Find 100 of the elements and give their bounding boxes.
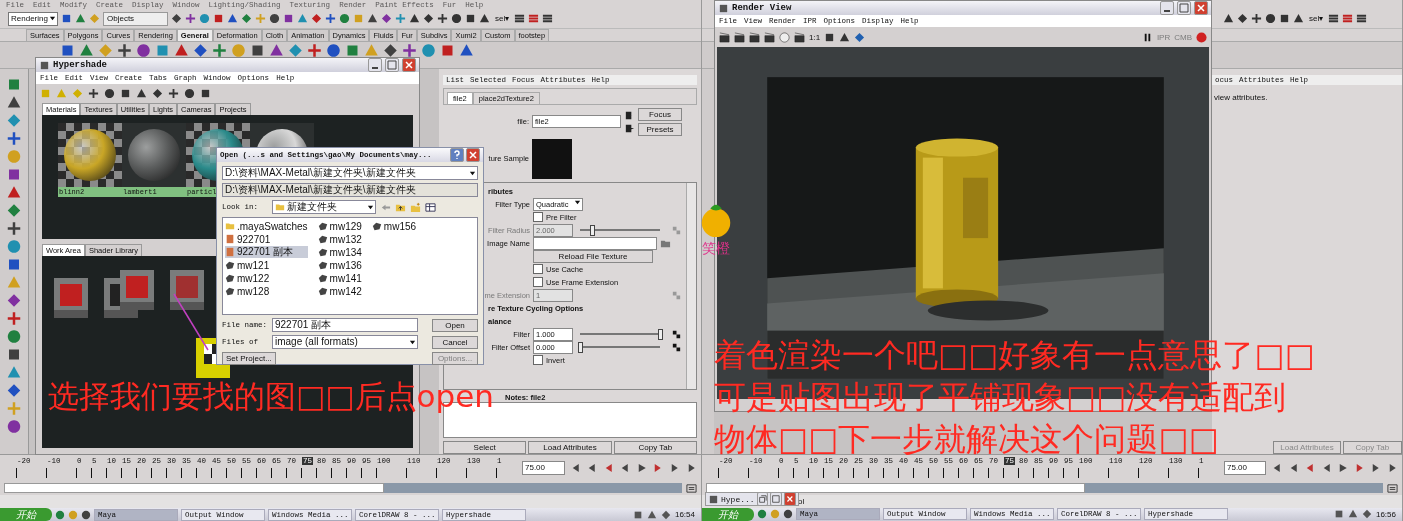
- toolbar-icon[interactable]: [734, 31, 745, 43]
- panel-button[interactable]: Presets: [638, 122, 682, 136]
- select-menu[interactable]: sel▾: [1307, 14, 1326, 24]
- listing-entry[interactable]: mw129: [317, 220, 362, 232]
- listing-entry[interactable]: mw121: [225, 259, 308, 271]
- current-frame-field[interactable]: 75.00: [522, 461, 565, 476]
- toolbar-icon[interactable]: [213, 13, 224, 25]
- material-swatch[interactable]: [122, 123, 186, 187]
- toolbar-icon[interactable]: [1328, 13, 1340, 25]
- zoom-button[interactable]: 1:1: [809, 32, 821, 42]
- shelf-icon[interactable]: [402, 42, 417, 58]
- toolbar-icon[interactable]: [136, 87, 147, 99]
- listing-entry[interactable]: 922701 副本: [225, 246, 308, 258]
- maximize-icon[interactable]: [770, 492, 783, 506]
- tool-icon[interactable]: [6, 328, 22, 344]
- tool-icon[interactable]: [6, 382, 22, 398]
- shelf-icon[interactable]: [136, 42, 151, 58]
- toolbar-icon[interactable]: [311, 13, 322, 25]
- tray-icon[interactable]: [1333, 509, 1344, 520]
- map-button-icon[interactable]: [671, 328, 682, 340]
- quick-launch-icon[interactable]: [783, 509, 793, 520]
- toolbar-icon[interactable]: [1223, 13, 1234, 25]
- listing-entry[interactable]: mw136: [317, 259, 362, 271]
- toolbar-icon[interactable]: [764, 31, 775, 43]
- restore-icon[interactable]: [756, 492, 769, 506]
- range-slider[interactable]: [706, 483, 1086, 494]
- toolbar-icon[interactable]: [719, 31, 730, 43]
- quick-launch-icon[interactable]: [81, 509, 91, 520]
- close-icon[interactable]: [466, 148, 480, 162]
- tool-icon[interactable]: [6, 130, 22, 146]
- look-in-dropdown[interactable]: 新建文件夹: [272, 200, 376, 214]
- shelf-icon[interactable]: [383, 42, 398, 58]
- menu-icon[interactable]: [686, 482, 697, 494]
- caret-icon[interactable]: [469, 169, 476, 177]
- toolbar-icon[interactable]: [61, 13, 72, 25]
- toolbar-icon[interactable]: [367, 13, 378, 25]
- listing-entry[interactable]: mw156: [371, 220, 417, 232]
- toolbar-icon[interactable]: [749, 31, 760, 43]
- mode-dropdown[interactable]: Rendering: [8, 11, 58, 26]
- toolbar-icon[interactable]: [152, 87, 163, 99]
- path-field[interactable]: D:\资料\MAX-Metal\新建文件夹\新建文件夹: [222, 183, 478, 197]
- map-button-icon[interactable]: [671, 341, 682, 353]
- quick-launch-icon[interactable]: [757, 509, 767, 520]
- shelf-icon[interactable]: [79, 42, 94, 58]
- panel-button[interactable]: Load Attributes: [528, 441, 612, 455]
- slider-thumb[interactable]: [658, 329, 663, 341]
- checkbox[interactable]: [533, 212, 543, 223]
- shelf-icon[interactable]: [326, 42, 341, 58]
- toolbar-icon[interactable]: [794, 31, 805, 43]
- minimize-icon[interactable]: [1160, 1, 1174, 15]
- input-connection-icon[interactable]: [624, 109, 635, 121]
- shelf-icon[interactable]: [212, 42, 227, 58]
- toolbar-icon[interactable]: [479, 13, 490, 25]
- close-icon[interactable]: [402, 58, 416, 72]
- toolbar-icon[interactable]: [437, 13, 448, 25]
- shelf-icon[interactable]: [117, 42, 132, 58]
- tool-icon[interactable]: [6, 292, 22, 308]
- cancel-button[interactable]: Cancel: [432, 335, 478, 349]
- listing-entry[interactable]: mw132: [317, 233, 362, 245]
- material-swatch[interactable]: [58, 123, 122, 187]
- toolbar-icon[interactable]: [185, 13, 196, 25]
- shelf-icon[interactable]: [269, 42, 284, 58]
- toolbar-icon[interactable]: [171, 13, 182, 25]
- toolbar-icon[interactable]: [824, 31, 836, 43]
- file-type-dropdown[interactable]: image (all formats): [272, 335, 418, 349]
- toolbar-icon[interactable]: [325, 13, 336, 25]
- toolbar-icon[interactable]: [542, 13, 554, 25]
- tool-icon[interactable]: [6, 184, 22, 200]
- toolbar-icon[interactable]: [854, 31, 866, 43]
- shader-node[interactable]: [170, 270, 204, 310]
- listing-entry[interactable]: .mayaSwatches: [225, 220, 308, 232]
- listing-entry[interactable]: 922701: [225, 233, 308, 245]
- tool-icon[interactable]: [6, 310, 22, 326]
- listing-entry[interactable]: mw141: [317, 272, 362, 284]
- caret-icon[interactable]: [367, 203, 374, 211]
- shelf-icon[interactable]: [193, 42, 208, 58]
- toolbar-icon[interactable]: [514, 13, 526, 25]
- toolbar-icon[interactable]: [1356, 13, 1368, 25]
- toolbar-icon[interactable]: [1237, 13, 1248, 25]
- toolbar-icon[interactable]: [409, 13, 420, 25]
- set-project-button[interactable]: Set Project...: [222, 352, 276, 365]
- shader-node[interactable]: [54, 278, 88, 318]
- image-name-field[interactable]: [533, 236, 657, 250]
- output-connection-icon[interactable]: [624, 122, 635, 134]
- file-name-field[interactable]: 922701 副本: [272, 318, 418, 332]
- listing-entry[interactable]: mw142: [317, 285, 362, 297]
- tool-icon[interactable]: [6, 220, 22, 236]
- select-menu[interactable]: sel▾: [493, 14, 512, 24]
- selection-mask-field[interactable]: Objects: [103, 11, 168, 26]
- toolbar-icon[interactable]: [104, 87, 115, 99]
- toolbar-icon[interactable]: [269, 13, 280, 25]
- close-icon[interactable]: [784, 492, 796, 506]
- tool-icon[interactable]: [6, 418, 22, 434]
- toolbar-icon[interactable]: [283, 13, 294, 25]
- listing-entry[interactable]: mw128: [225, 285, 308, 297]
- toolbar-icon[interactable]: [423, 13, 434, 25]
- checkbox[interactable]: [533, 277, 543, 288]
- toolbar-icon[interactable]: [465, 13, 476, 25]
- caret-icon[interactable]: [409, 338, 416, 346]
- current-frame-field[interactable]: 75.00: [1224, 461, 1267, 476]
